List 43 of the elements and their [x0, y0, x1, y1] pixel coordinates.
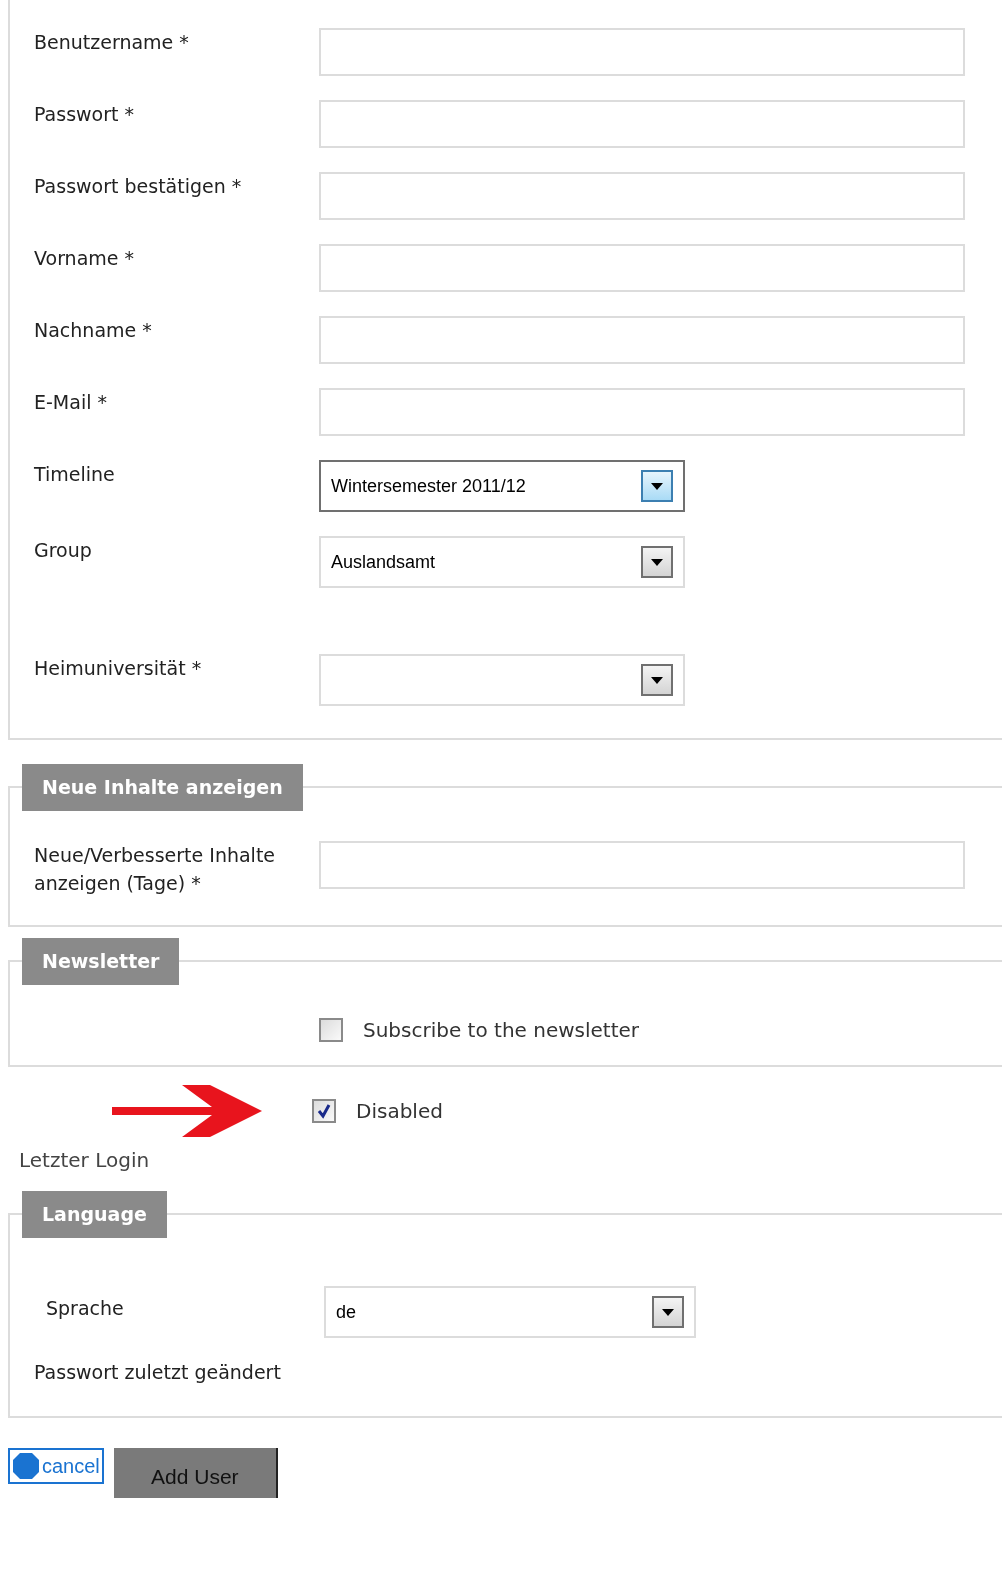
field-label: Group [34, 539, 92, 561]
dropdown-button[interactable] [641, 470, 673, 502]
field-label: Timeline [34, 463, 115, 485]
caret-icon [651, 482, 663, 490]
checkbox[interactable] [312, 1099, 336, 1123]
dropdown-button[interactable] [652, 1296, 684, 1328]
section-legend: Newsletter [22, 938, 180, 985]
text-field[interactable] [319, 244, 965, 292]
caret-icon [651, 676, 663, 684]
section-legend: Neue Inhalte anzeigen [22, 764, 303, 811]
dropdown-button[interactable] [641, 664, 673, 696]
checkbox[interactable] [319, 1018, 343, 1042]
field-label: Passwort bestätigen * [34, 175, 242, 197]
field-label: Neue/Verbesserte Inhalte anzeigen (Tage) * [34, 844, 276, 894]
select-field[interactable]: Auslandsamt [319, 536, 685, 588]
checkbox-label: Subscribe to the newsletter [363, 1017, 640, 1044]
text-field[interactable] [319, 100, 965, 148]
field-label: Passwort zuletzt geändert [34, 1361, 281, 1383]
caret-icon [662, 1308, 674, 1316]
select-field[interactable]: de [324, 1286, 696, 1338]
dropdown-button[interactable] [641, 546, 673, 578]
stop-sign-icon [12, 1452, 40, 1480]
field-label: Letzter Login [19, 1148, 150, 1172]
text-field[interactable] [319, 316, 965, 364]
caret-icon [651, 558, 663, 566]
select-field[interactable] [319, 654, 685, 706]
field-label: Benutzername * [34, 31, 189, 53]
field-label: Sprache [46, 1297, 124, 1319]
add-user-button[interactable]: Add User [113, 1448, 278, 1498]
checkbox-label: Disabled [356, 1098, 443, 1125]
section-legend: Language [22, 1191, 167, 1238]
text-field[interactable] [319, 28, 965, 76]
text-field[interactable] [319, 172, 965, 220]
cancel-link[interactable]: cancel [8, 1448, 104, 1484]
field-label: Passwort * [34, 103, 134, 125]
field-label: Heimuniversität * [34, 657, 202, 679]
select-field[interactable]: Wintersemester 2011/12 [319, 460, 685, 512]
text-field[interactable] [319, 388, 965, 436]
text-field[interactable] [319, 841, 965, 889]
field-label: Nachname * [34, 319, 152, 341]
checkmark-icon [316, 1103, 332, 1119]
field-label: E-Mail * [34, 391, 107, 413]
field-label: Vorname * [34, 247, 135, 269]
